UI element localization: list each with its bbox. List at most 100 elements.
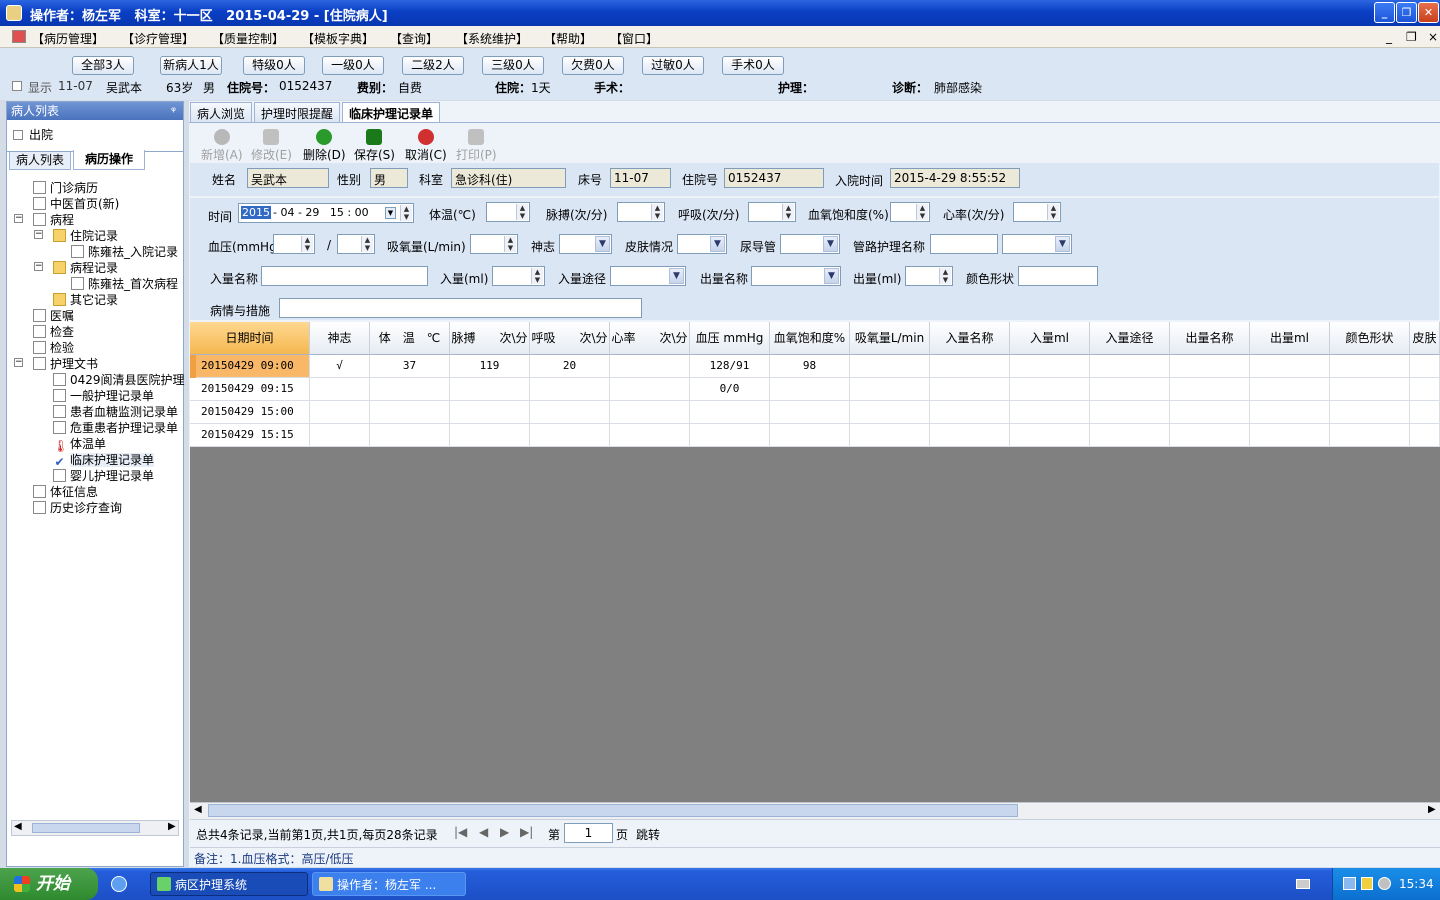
- add-button[interactable]: 新增(A): [201, 129, 243, 163]
- time-year[interactable]: 2015: [241, 206, 271, 219]
- table-cell[interactable]: [530, 424, 610, 447]
- mdi-close[interactable]: ×: [1428, 30, 1438, 44]
- table-cell[interactable]: [770, 401, 850, 424]
- filter-level1[interactable]: 一级0人: [322, 56, 384, 75]
- table-cell[interactable]: [310, 424, 370, 447]
- volume-icon[interactable]: [1378, 877, 1391, 890]
- table-cell[interactable]: [930, 424, 1010, 447]
- print-button[interactable]: 打印(P): [456, 129, 497, 163]
- restore-button[interactable]: ❐: [1396, 2, 1417, 23]
- mind-dropdown-icon[interactable]: ▼: [595, 236, 610, 252]
- table-cell[interactable]: [1170, 424, 1250, 447]
- table-cell[interactable]: [690, 401, 770, 424]
- last-page-icon[interactable]: ▶|: [520, 825, 533, 839]
- save-button[interactable]: 保存(S): [354, 129, 395, 163]
- table-cell[interactable]: [1010, 424, 1090, 447]
- table-cell[interactable]: 20150429 09:00: [190, 355, 310, 378]
- time-spin-icon[interactable]: ▲ ▼: [400, 205, 412, 221]
- table-cell[interactable]: [530, 401, 610, 424]
- color-input[interactable]: [1018, 266, 1098, 286]
- hr-input[interactable]: ▲ ▼: [1013, 202, 1061, 222]
- table-cell[interactable]: [930, 378, 1010, 401]
- table-cell[interactable]: [850, 401, 930, 424]
- tree-item[interactable]: 0429阆清县医院护理: [53, 371, 185, 388]
- table-cell[interactable]: [1410, 401, 1440, 424]
- tree-item[interactable]: 历史诊疗查询: [33, 499, 122, 516]
- table-cell[interactable]: 0/0: [690, 378, 770, 401]
- menu-window[interactable]: 【窗口】: [610, 30, 658, 47]
- pulse-input[interactable]: ▲ ▼: [617, 202, 665, 222]
- menu-query[interactable]: 【查询】: [390, 30, 438, 47]
- menu-treatment[interactable]: 【诊疗管理】: [122, 30, 194, 47]
- tube-name-input[interactable]: [930, 234, 998, 254]
- column-header[interactable]: 入量途径: [1090, 322, 1170, 355]
- column-header[interactable]: 吸氧量L/min: [850, 322, 930, 355]
- column-header[interactable]: 出量ml: [1250, 322, 1330, 355]
- column-header[interactable]: 颜色形状: [1330, 322, 1410, 355]
- filter-level3[interactable]: 三级0人: [482, 56, 544, 75]
- tree-item[interactable]: 病程: [33, 211, 74, 228]
- close-button[interactable]: ✕: [1418, 2, 1439, 23]
- skin-select[interactable]: ▼: [677, 234, 727, 254]
- tab-patient-list[interactable]: 病人列表: [9, 152, 71, 170]
- scroll-right-icon[interactable]: ▶: [168, 821, 176, 832]
- table-cell[interactable]: 37: [370, 355, 450, 378]
- table-cell[interactable]: [1010, 401, 1090, 424]
- table-cell[interactable]: 128/91: [690, 355, 770, 378]
- tree-item[interactable]: 陈雍祛_首次病程: [71, 275, 178, 292]
- mdi-minimize[interactable]: _: [1386, 30, 1392, 44]
- table-cell[interactable]: [610, 355, 690, 378]
- tree-item[interactable]: 护理文书: [33, 355, 98, 372]
- output-input[interactable]: ▲ ▼: [905, 266, 953, 286]
- table-cell[interactable]: [370, 424, 450, 447]
- table-cell[interactable]: [1410, 378, 1440, 401]
- table-cell[interactable]: [1250, 424, 1330, 447]
- table-cell[interactable]: [1330, 378, 1410, 401]
- resp-input[interactable]: ▲ ▼: [748, 202, 796, 222]
- spo2-spin-icon[interactable]: ▲ ▼: [916, 204, 928, 220]
- column-header[interactable]: 皮肤: [1410, 322, 1440, 355]
- catheter-select[interactable]: ▼: [780, 234, 840, 254]
- table-cell[interactable]: [1170, 378, 1250, 401]
- condition-input[interactable]: [279, 298, 642, 318]
- filter-all[interactable]: 全部3人: [72, 56, 134, 75]
- task-nursing-system[interactable]: 病区护理系统: [150, 872, 308, 896]
- filter-new[interactable]: 新病人1人: [160, 56, 222, 75]
- spo2-input[interactable]: ▲ ▼: [890, 202, 930, 222]
- tree-item[interactable]: 危重患者护理记录单: [53, 419, 178, 436]
- hr-spin-icon[interactable]: ▲ ▼: [1047, 204, 1059, 220]
- menu-help[interactable]: 【帮助】: [544, 30, 592, 47]
- table-cell[interactable]: [1330, 355, 1410, 378]
- delete-button[interactable]: 删除(D): [303, 129, 346, 163]
- table-cell[interactable]: [770, 378, 850, 401]
- column-header[interactable]: 日期时间: [190, 322, 310, 355]
- column-header[interactable]: 心率 次\分: [610, 322, 690, 355]
- column-header[interactable]: 入量名称: [930, 322, 1010, 355]
- time-picker[interactable]: 2015 - 04 - 29 15 : 00 ▼ ▲ ▼: [238, 203, 414, 223]
- column-header[interactable]: 神志: [310, 322, 370, 355]
- table-cell[interactable]: [610, 424, 690, 447]
- table-cell[interactable]: [310, 378, 370, 401]
- output-spin-icon[interactable]: ▲ ▼: [939, 268, 951, 284]
- catheter-dropdown-icon[interactable]: ▼: [823, 236, 838, 252]
- next-page-icon[interactable]: ▶: [500, 825, 509, 839]
- temp-input[interactable]: ▲ ▼: [486, 202, 530, 222]
- time-rest[interactable]: - 04 - 29 15 : 00: [273, 206, 369, 219]
- table-cell[interactable]: 119: [450, 355, 530, 378]
- bp-high-input[interactable]: ▲ ▼: [273, 234, 315, 254]
- tube-select[interactable]: ▼: [1002, 234, 1072, 254]
- table-cell[interactable]: [850, 378, 930, 401]
- menu-system[interactable]: 【系统维护】: [456, 30, 528, 47]
- tree-item[interactable]: 中医首页(新): [33, 195, 119, 212]
- tube-dropdown-icon[interactable]: ▼: [1055, 236, 1070, 252]
- tab-record-ops[interactable]: 病历操作: [73, 150, 145, 170]
- output-name-dropdown-icon[interactable]: ▼: [824, 268, 839, 284]
- table-cell[interactable]: [930, 401, 1010, 424]
- oxygen-spin-icon[interactable]: ▲ ▼: [504, 236, 516, 252]
- grid-scroll-right-icon[interactable]: ▶: [1428, 804, 1436, 815]
- table-cell[interactable]: [450, 424, 530, 447]
- grid-scroll-left-icon[interactable]: ◀: [194, 804, 202, 815]
- shield-icon[interactable]: [1361, 877, 1373, 890]
- collapse-icon[interactable]: −: [14, 214, 23, 223]
- output-name-select[interactable]: ▼: [751, 266, 841, 286]
